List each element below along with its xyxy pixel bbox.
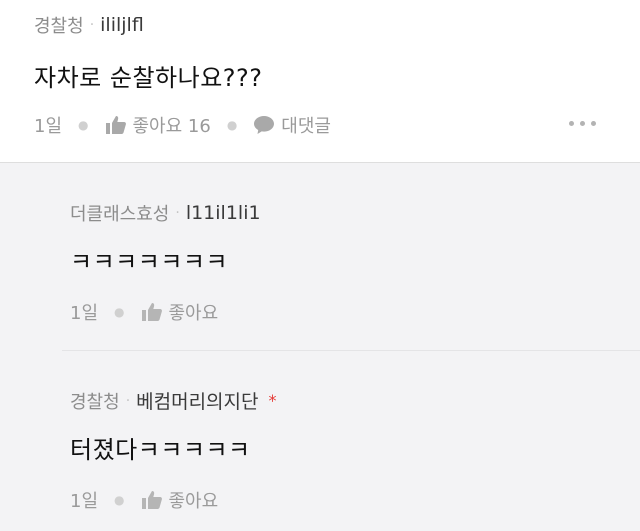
comment-post: 경찰청 · ililjlfl 자차로 순찰하나요??? 1일 ● 좋아요 16 … — [0, 0, 640, 163]
author-name[interactable]: 경찰청 — [70, 388, 120, 414]
separator-dot: ● — [114, 305, 125, 319]
like-button[interactable]: 좋아요 — [141, 487, 219, 513]
reply-actions: 1일 ● 좋아요 — [70, 487, 218, 513]
thumbs-up-icon — [105, 116, 126, 134]
timestamp: 1일 — [34, 116, 63, 137]
like-label: 좋아요 — [168, 303, 219, 324]
like-label: 좋아요 — [168, 491, 219, 512]
thumbs-up-icon — [141, 303, 162, 321]
timestamp: 1일 — [70, 491, 99, 512]
separator-dot: ● — [78, 118, 89, 132]
thumbs-up-icon — [141, 491, 162, 509]
more-dot — [580, 121, 585, 126]
comment-actions: 1일 ● 좋아요 16 ● 대댓글 — [34, 112, 331, 138]
like-button[interactable]: 좋아요 16 — [105, 112, 211, 138]
like-label: 좋아요 16 — [132, 116, 211, 137]
reply-divider — [62, 350, 640, 351]
author-name[interactable]: 더클래스효성 — [70, 200, 169, 226]
separator-dot: · — [125, 392, 131, 409]
more-dot — [569, 121, 574, 126]
more-options-icon[interactable] — [569, 121, 596, 126]
reply-meta: 더클래스효성 · l11il1li1 — [70, 200, 261, 226]
user-id[interactable]: 베컴머리의지단 — [136, 387, 258, 414]
reply-text: 터졌다ㅋㅋㅋㅋㅋ — [70, 436, 251, 464]
comment-meta: 경찰청 · ililjlfl — [34, 12, 144, 38]
speech-bubble-icon — [254, 116, 275, 134]
user-id[interactable]: ililjlfl — [100, 14, 144, 36]
separator-dot: ● — [226, 118, 238, 132]
like-button[interactable]: 좋아요 — [141, 299, 219, 325]
user-id[interactable]: l11il1li1 — [186, 202, 261, 224]
reply-text: ㅋㅋㅋㅋㅋㅋㅋ — [70, 248, 229, 276]
more-dot — [591, 121, 596, 126]
separator-dot: · — [175, 205, 180, 221]
reply-button[interactable]: 대댓글 — [253, 112, 331, 138]
timestamp: 1일 — [70, 303, 99, 324]
author-name[interactable]: 경찰청 — [34, 12, 84, 38]
separator-dot: · — [89, 17, 95, 33]
comment-text: 자차로 순찰하나요??? — [34, 64, 263, 92]
reply-meta: 경찰청 · 베컴머리의지단 * — [70, 387, 277, 414]
author-star-badge: * — [268, 391, 277, 410]
reply-label: 대댓글 — [281, 116, 331, 137]
reply-actions: 1일 ● 좋아요 — [70, 299, 218, 325]
separator-dot: ● — [114, 493, 125, 507]
